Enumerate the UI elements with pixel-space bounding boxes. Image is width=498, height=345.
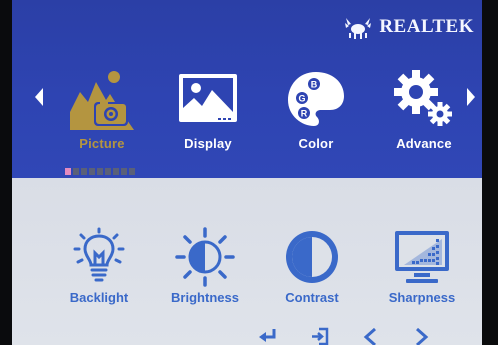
menu-prev-arrow[interactable] bbox=[32, 82, 46, 112]
color-palette-icon: G B R bbox=[288, 72, 344, 126]
advance-gears-icon bbox=[394, 70, 452, 126]
sharpness-monitor-icon bbox=[395, 231, 449, 283]
sub-item-brightness[interactable]: Brightness bbox=[155, 226, 255, 305]
page-dot bbox=[73, 168, 79, 175]
right-icon bbox=[416, 327, 429, 345]
sub-item-label: Backlight bbox=[69, 290, 129, 305]
page-dot bbox=[97, 168, 103, 175]
menu-item-label: Advance bbox=[396, 136, 452, 151]
brand-name: REALTEK bbox=[379, 16, 474, 37]
menu-item-label: Display bbox=[184, 136, 232, 151]
sub-item-label: Contrast bbox=[285, 290, 339, 305]
lightbulb-icon bbox=[73, 227, 125, 282]
page-dot bbox=[121, 168, 127, 175]
enter-icon bbox=[259, 329, 276, 342]
sub-item-label: Brightness bbox=[171, 290, 239, 305]
picture-mountain-icon bbox=[70, 71, 134, 130]
page-dot bbox=[113, 168, 119, 175]
screen-bezel-left bbox=[0, 0, 12, 345]
sun-icon bbox=[175, 227, 235, 287]
page-dot bbox=[105, 168, 111, 175]
svg-text:G: G bbox=[298, 94, 305, 104]
enter-button[interactable] bbox=[257, 326, 279, 345]
realtek-crab-icon bbox=[345, 18, 372, 39]
sub-item-contrast[interactable]: Contrast bbox=[262, 226, 362, 305]
main-menu-panel: REALTEK Picture Display G B R Color Adva… bbox=[12, 0, 482, 178]
page-dot bbox=[81, 168, 87, 175]
exit-icon bbox=[312, 327, 329, 345]
contrast-icon bbox=[286, 231, 338, 283]
page-dot bbox=[129, 168, 135, 175]
menu-item-display[interactable]: Display bbox=[162, 66, 254, 151]
osd-menu: REALTEK Picture Display G B R Color Adva… bbox=[12, 0, 482, 345]
svg-text:R: R bbox=[301, 109, 308, 119]
page-indicator bbox=[65, 168, 135, 175]
right-button[interactable] bbox=[410, 326, 432, 345]
menu-item-label: Color bbox=[298, 136, 334, 151]
page-dot bbox=[89, 168, 95, 175]
sub-item-sharpness[interactable]: Sharpness bbox=[372, 226, 472, 305]
sub-item-label: Sharpness bbox=[388, 290, 456, 305]
menu-item-label: Picture bbox=[79, 136, 125, 151]
left-icon bbox=[363, 327, 376, 345]
menu-item-color[interactable]: G B R Color bbox=[270, 66, 362, 151]
brand-logo: REALTEK bbox=[343, 14, 474, 40]
display-image-icon bbox=[179, 74, 237, 122]
menu-item-picture[interactable]: Picture bbox=[56, 66, 148, 151]
page-dot-active bbox=[65, 168, 71, 175]
menu-item-advance[interactable]: Advance bbox=[378, 66, 470, 151]
sub-item-backlight[interactable]: Backlight bbox=[49, 226, 149, 305]
svg-text:B: B bbox=[311, 80, 318, 90]
exit-button[interactable] bbox=[309, 326, 331, 345]
left-button[interactable] bbox=[360, 326, 382, 345]
triangle-left-icon bbox=[35, 88, 43, 106]
screen-bezel-right bbox=[482, 0, 498, 345]
